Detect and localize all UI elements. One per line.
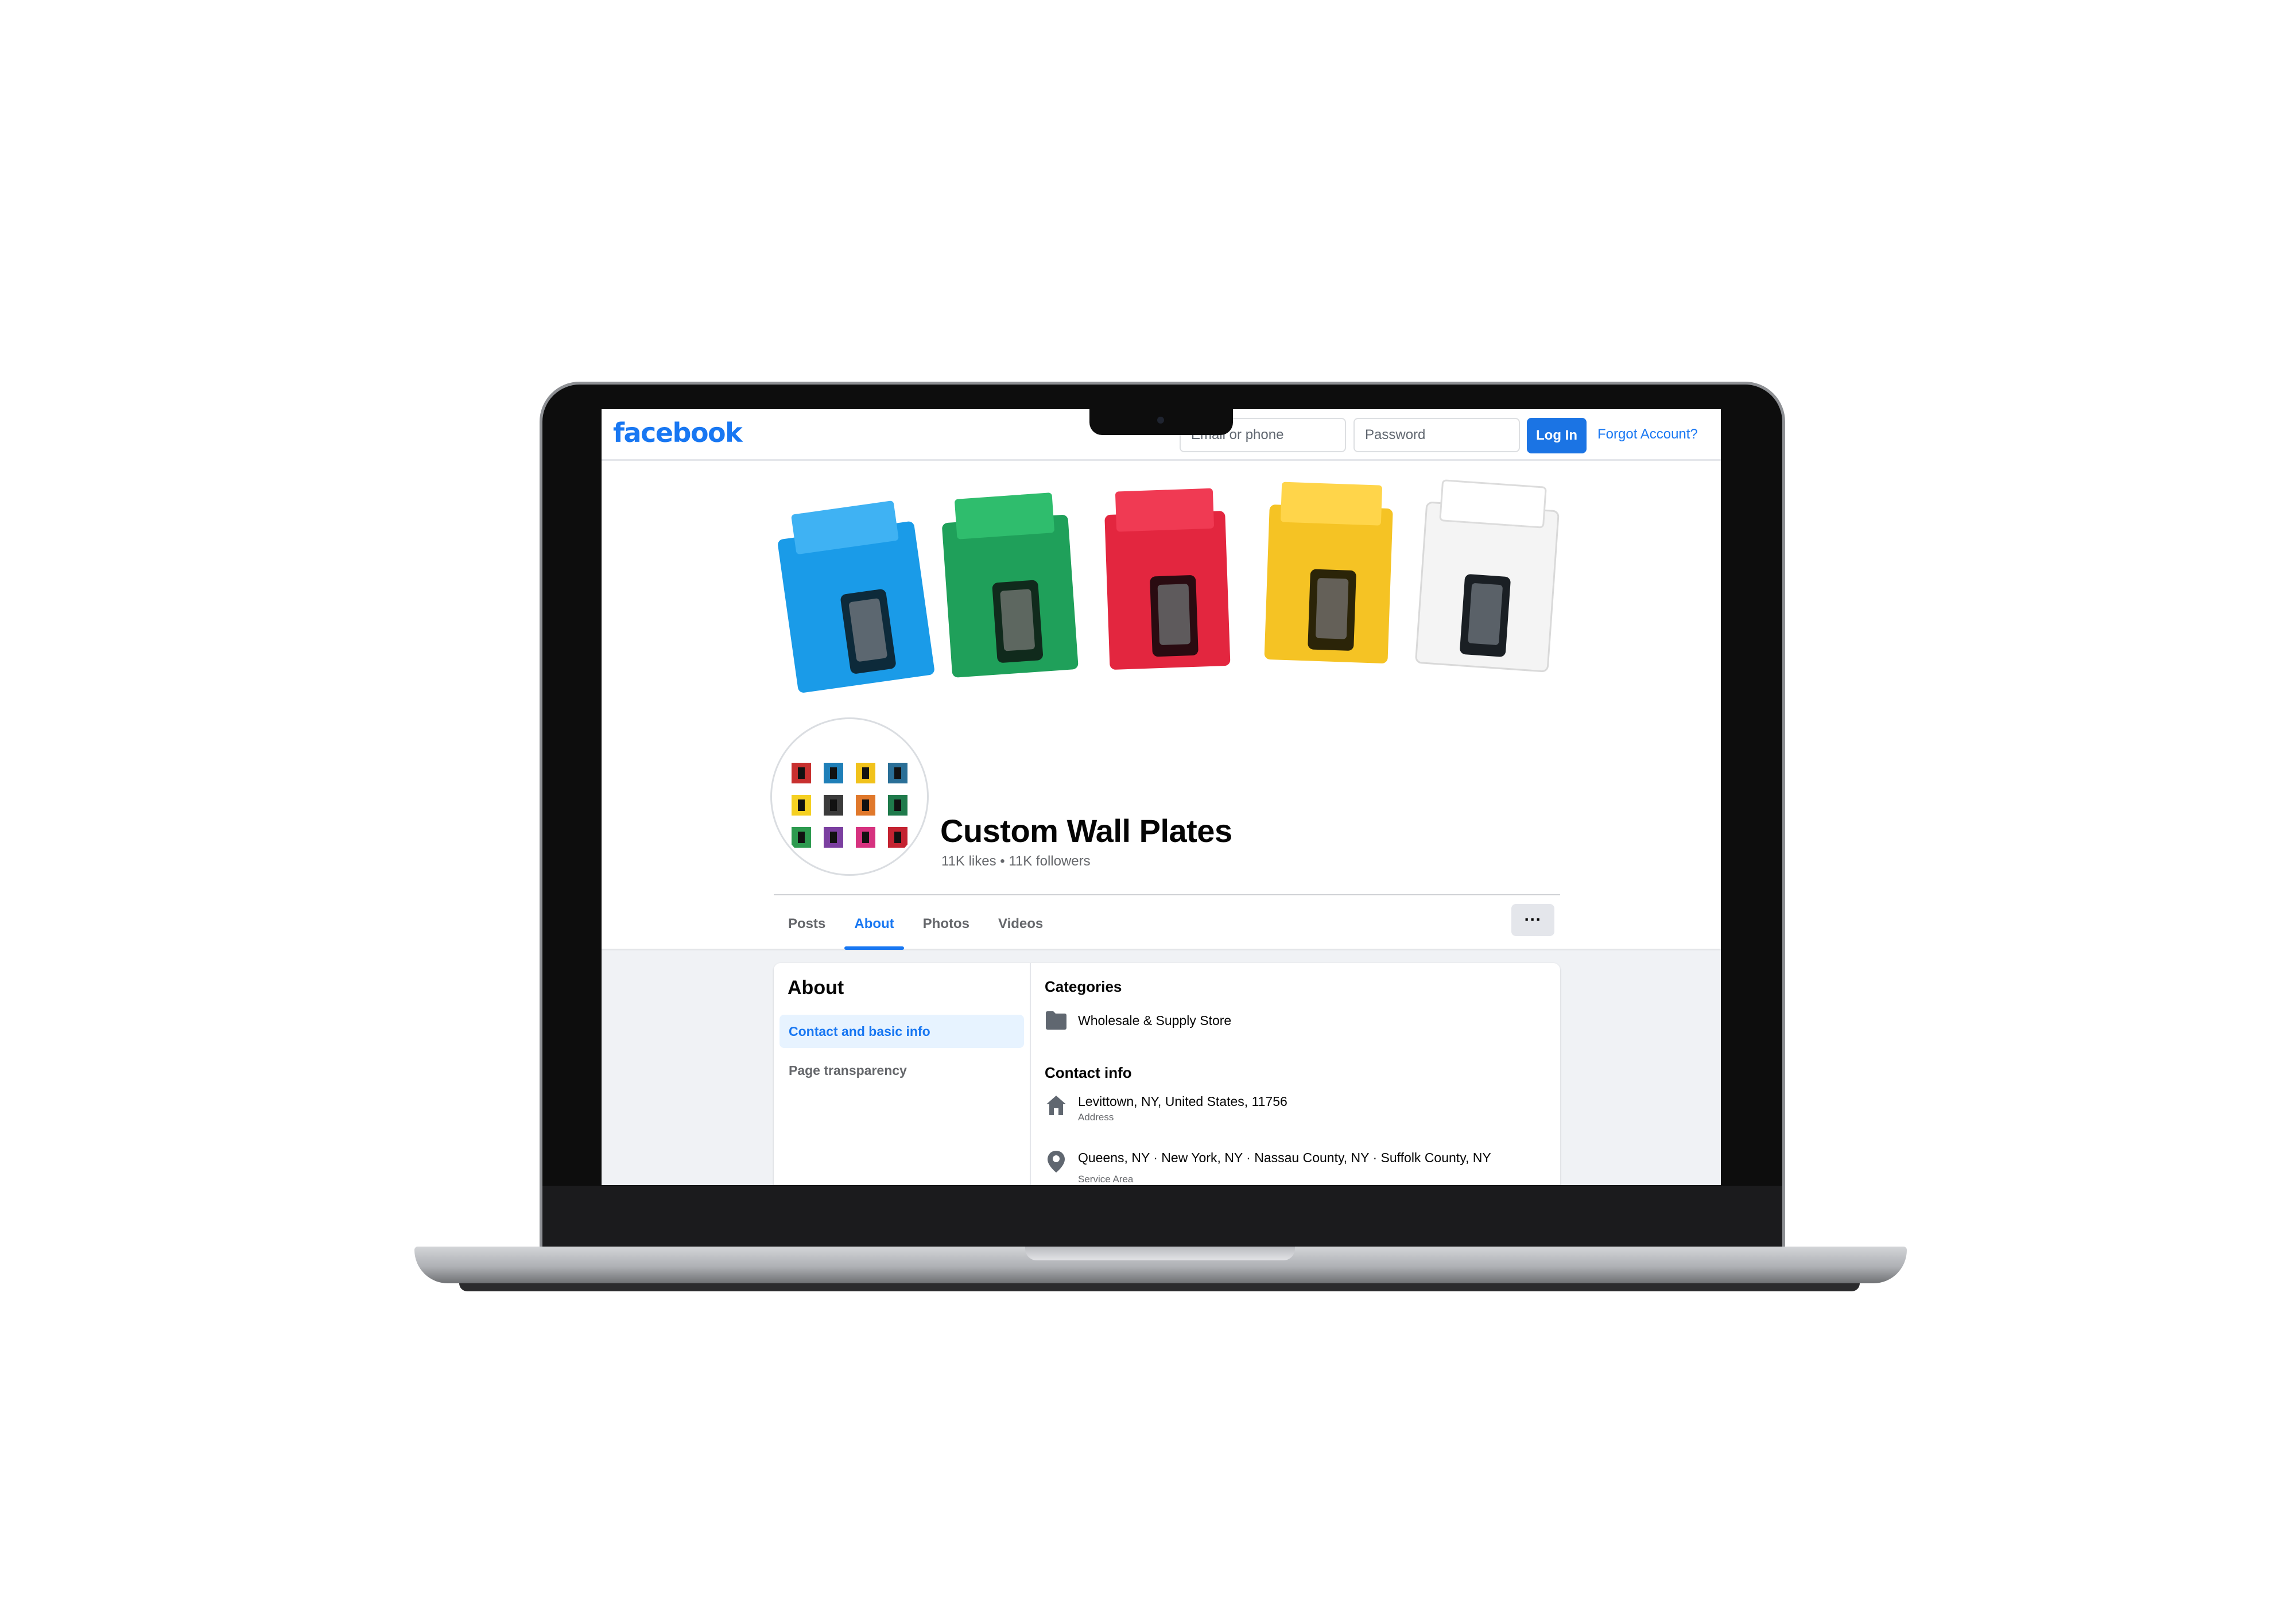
categories-heading: Categories [1045,978,1122,995]
category-value[interactable]: Wholesale & Supply Store [1078,1013,1231,1028]
service-area-value: Queens, NY · New York, NY · Nassau Count… [1078,1150,1491,1165]
laptop-opening-notch [1025,1247,1295,1260]
profile-picture[interactable] [772,719,927,874]
about-sidebar: About Contact and basic info Page transp… [774,963,1031,1185]
laptop-base-shadow [459,1283,1860,1291]
cover-photo[interactable] [762,461,1577,736]
category-row: Wholesale & Supply Store [1045,1009,1231,1032]
tab-videos[interactable]: Videos [984,902,1057,946]
service-area-label: Service Area [1078,1174,1134,1185]
laptop-bezel-bottom [542,1186,1782,1249]
service-area-row: Queens, NY · New York, NY · Nassau Count… [1045,1150,1491,1185]
more-options-button[interactable]: ··· [1511,904,1554,936]
category-icon [1045,1009,1068,1032]
service-area-block: Queens, NY · New York, NY · Nassau Count… [1078,1150,1491,1185]
tab-posts[interactable]: Posts [774,902,840,946]
tab-photos[interactable]: Photos [909,902,984,946]
password-field[interactable]: Password [1353,418,1520,452]
address-block: Levittown, NY, United States, 11756 Addr… [1078,1094,1287,1123]
forgot-account-link[interactable]: Forgot Account? [1597,426,1698,442]
page-stats[interactable]: 11K likes • 11K followers [941,853,1091,870]
location-pin-icon [1045,1150,1068,1173]
facebook-logo[interactable]: facebook [613,417,743,448]
home-icon [1045,1094,1068,1117]
laptop-notch [1089,409,1233,435]
header-divider [774,894,1560,895]
login-button[interactable]: Log In [1527,418,1587,453]
page-tabs: Posts About Photos Videos [774,902,1057,950]
contact-info-heading: Contact info [1045,1064,1132,1081]
about-heading: About [788,977,844,999]
about-card: About Contact and basic info Page transp… [774,963,1560,1185]
laptop-screen: facebook Email or phone Password Log In … [602,409,1721,1185]
address-value: Levittown, NY, United States, 11756 [1078,1094,1287,1109]
address-label: Address [1078,1112,1114,1123]
webcam-icon [1157,417,1164,424]
tab-about[interactable]: About [840,902,908,950]
about-nav-contact-info[interactable]: Contact and basic info [779,1015,1024,1048]
profile-header: Custom Wall Plates 11K likes • 11K follo… [602,461,1721,950]
about-nav-page-transparency[interactable]: Page transparency [779,1054,1024,1087]
page-title: Custom Wall Plates [940,813,1232,849]
address-row: Levittown, NY, United States, 11756 Addr… [1045,1094,1287,1123]
